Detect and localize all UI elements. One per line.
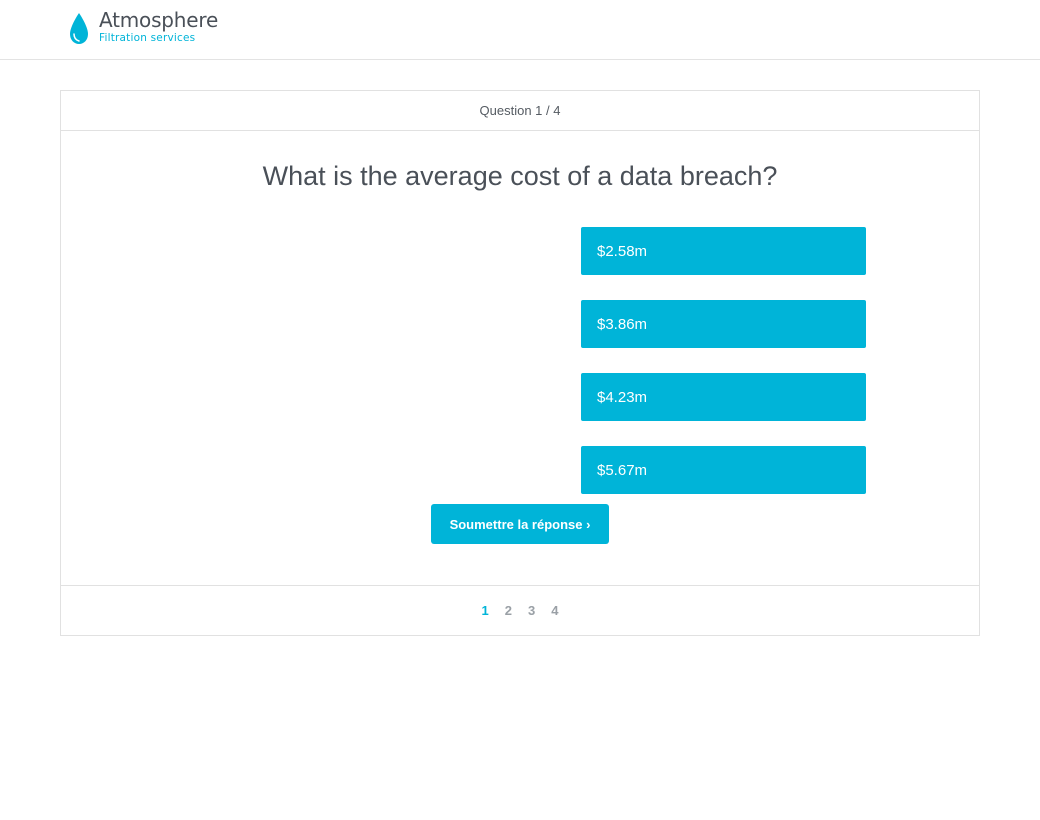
page-link-3[interactable]: 3: [528, 603, 535, 618]
quiz-progress: Question 1 / 4: [61, 91, 979, 131]
answer-option[interactable]: $3.86m: [581, 300, 866, 348]
progress-label: Question 1 / 4: [479, 103, 561, 118]
answer-label: $3.86m: [597, 315, 648, 333]
top-bar: Atmosphere Filtration services: [0, 0, 1040, 60]
answer-list: $2.58m $3.86m $4.23m $5.67m: [581, 227, 866, 519]
brand-logo[interactable]: Atmosphere Filtration services: [68, 10, 218, 46]
answer-label: $2.58m: [597, 242, 648, 260]
submit-answer-button[interactable]: Soumettre la réponse ›: [431, 504, 609, 544]
answer-option[interactable]: $2.58m: [581, 227, 866, 275]
answer-label: $5.67m: [597, 461, 648, 479]
page-link-2[interactable]: 2: [505, 603, 512, 618]
water-drop-icon: [70, 13, 88, 44]
question-text: What is the average cost of a data breac…: [262, 161, 778, 191]
answer-label: $4.23m: [597, 388, 648, 406]
brand-subtitle: Filtration services: [99, 32, 196, 44]
answer-option[interactable]: $4.23m: [581, 373, 866, 421]
page-link-1[interactable]: 1: [482, 603, 489, 618]
answer-option[interactable]: $5.67m: [581, 446, 866, 494]
page-link-4[interactable]: 4: [551, 603, 558, 618]
pagination: 1 2 3 4: [61, 585, 979, 635]
quiz-card: Question 1 / 4 What is the average cost …: [60, 90, 980, 636]
brand-title: Atmosphere: [99, 8, 219, 32]
